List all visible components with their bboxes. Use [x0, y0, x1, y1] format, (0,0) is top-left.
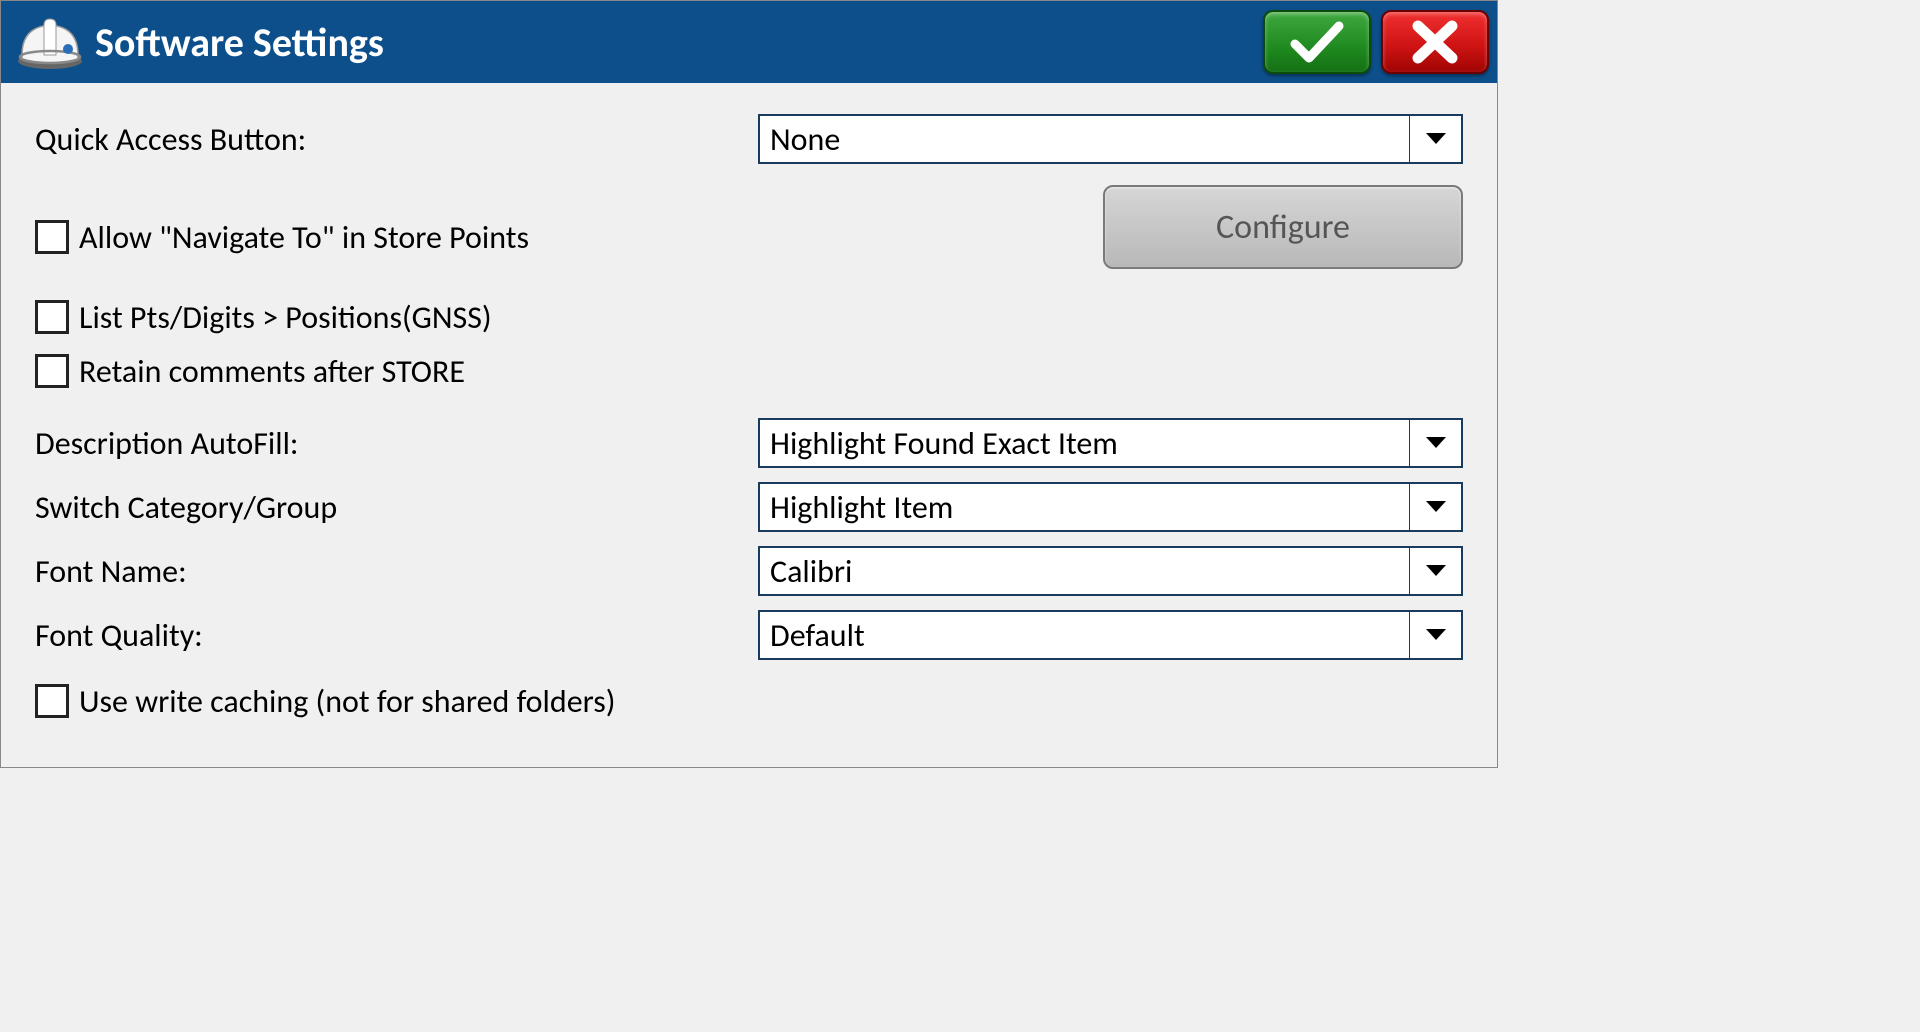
- description-autofill-dropdown[interactable]: Highlight Found Exact Item: [758, 418, 1463, 468]
- font-name-value: Calibri: [760, 552, 1409, 591]
- chevron-down-icon: [1409, 612, 1461, 658]
- switch-category-row: Switch Category/Group Highlight Item: [35, 479, 1463, 535]
- list-pts-checkbox-row[interactable]: List Pts/Digits > Positions(GNSS): [35, 293, 1463, 341]
- quick-access-row: Quick Access Button: None: [35, 111, 1463, 167]
- quick-access-value: None: [760, 120, 1409, 159]
- cancel-button[interactable]: [1381, 10, 1489, 74]
- font-quality-label: Font Quality:: [35, 616, 755, 655]
- allow-navigate-label: Allow "Navigate To" in Store Points: [79, 218, 529, 257]
- font-quality-row: Font Quality: Default: [35, 607, 1463, 663]
- write-cache-label: Use write caching (not for shared folder…: [79, 682, 615, 721]
- description-autofill-value: Highlight Found Exact Item: [760, 424, 1409, 463]
- allow-navigate-checkbox-row[interactable]: Allow "Navigate To" in Store Points: [35, 213, 755, 261]
- titlebar: Software Settings: [1, 1, 1497, 83]
- chevron-down-icon: [1409, 484, 1461, 530]
- list-pts-label: List Pts/Digits > Positions(GNSS): [79, 298, 492, 337]
- list-pts-checkbox[interactable]: [35, 300, 69, 334]
- font-quality-dropdown[interactable]: Default: [758, 610, 1463, 660]
- write-cache-checkbox[interactable]: [35, 684, 69, 718]
- allow-navigate-checkbox[interactable]: [35, 220, 69, 254]
- switch-category-dropdown[interactable]: Highlight Item: [758, 482, 1463, 532]
- font-name-label: Font Name:: [35, 552, 755, 591]
- switch-category-value: Highlight Item: [760, 488, 1409, 527]
- font-name-dropdown[interactable]: Calibri: [758, 546, 1463, 596]
- chevron-down-icon: [1409, 420, 1461, 466]
- settings-panel: Software Settings Quick Access Button: N…: [0, 0, 1498, 768]
- description-autofill-row: Description AutoFill: Highlight Found Ex…: [35, 415, 1463, 471]
- quick-access-dropdown[interactable]: None: [758, 114, 1463, 164]
- ok-button[interactable]: [1263, 10, 1371, 74]
- font-name-row: Font Name: Calibri: [35, 543, 1463, 599]
- close-icon: [1410, 20, 1460, 64]
- check-icon: [1289, 20, 1345, 64]
- navigate-config-row: Allow "Navigate To" in Store Points Conf…: [35, 185, 1463, 269]
- retain-comments-checkbox[interactable]: [35, 354, 69, 388]
- retain-comments-label: Retain comments after STORE: [79, 352, 465, 391]
- quick-access-label: Quick Access Button:: [35, 120, 755, 159]
- configure-button[interactable]: Configure: [1103, 185, 1463, 269]
- hardhat-icon: [9, 7, 91, 77]
- write-cache-checkbox-row[interactable]: Use write caching (not for shared folder…: [35, 677, 1463, 725]
- chevron-down-icon: [1409, 116, 1461, 162]
- chevron-down-icon: [1409, 548, 1461, 594]
- retain-comments-checkbox-row[interactable]: Retain comments after STORE: [35, 347, 1463, 395]
- font-quality-value: Default: [760, 616, 1409, 655]
- page-title: Software Settings: [95, 18, 1253, 67]
- switch-category-label: Switch Category/Group: [35, 488, 755, 527]
- settings-content: Quick Access Button: None Allow "Navigat…: [1, 83, 1497, 767]
- description-autofill-label: Description AutoFill:: [35, 424, 755, 463]
